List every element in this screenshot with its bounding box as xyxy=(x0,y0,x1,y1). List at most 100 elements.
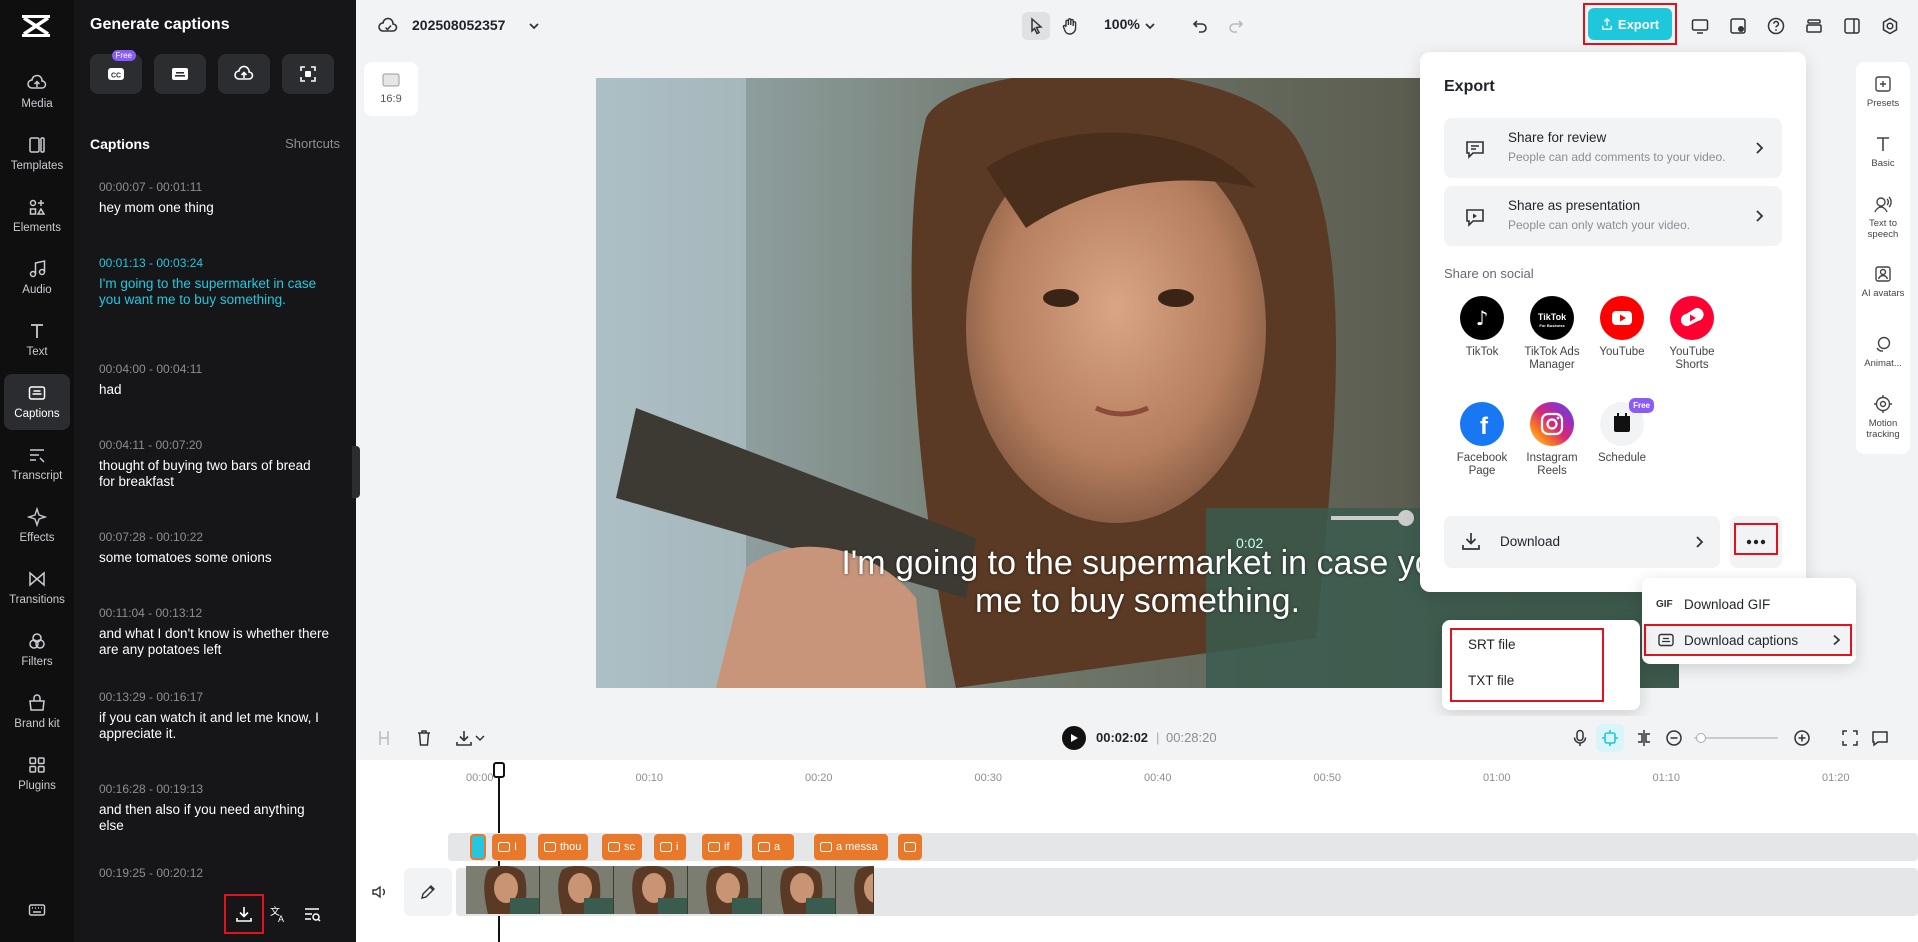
nav-item-elements[interactable]: Elements xyxy=(4,188,70,244)
microphone-icon[interactable] xyxy=(1570,728,1590,748)
scan-captions-button[interactable] xyxy=(282,54,334,94)
tool-animation[interactable]: Animat... xyxy=(1856,334,1910,369)
caption-text[interactable]: had xyxy=(99,382,329,398)
caption-text[interactable]: if you can watch it and let me know, I a… xyxy=(99,710,329,742)
caption-text[interactable]: I'm going to the supermarket in case you… xyxy=(99,276,329,308)
chevron-down-icon[interactable] xyxy=(474,732,486,744)
caption-item[interactable]: 00:01:13 - 00:03:24 I'm going to the supe… xyxy=(99,256,329,308)
zoom-slider[interactable] xyxy=(1694,737,1778,739)
manual-captions-button[interactable] xyxy=(154,54,206,94)
nav-item-effects[interactable]: Effects xyxy=(4,498,70,554)
tool-text-to-speech[interactable]: Text to speech xyxy=(1856,194,1910,240)
download-card[interactable]: Download xyxy=(1444,516,1720,568)
caption-clip[interactable]: sc xyxy=(602,834,642,860)
caption-text[interactable]: hey mom one thing xyxy=(99,200,329,216)
split-view-icon[interactable] xyxy=(1838,12,1866,40)
tool-ai-avatar[interactable]: AI avatars xyxy=(1856,264,1910,299)
video-thumbnail[interactable] xyxy=(762,866,836,914)
nav-item-plugins[interactable]: Plugins xyxy=(4,746,70,802)
magnet-toggle[interactable] xyxy=(1596,724,1624,752)
caption-item[interactable]: 00:00:07 - 00:01:11 hey mom one thing xyxy=(99,180,329,216)
link-split-icon[interactable] xyxy=(1634,728,1654,748)
share-for-review-card[interactable]: Share for review People can add comments… xyxy=(1444,118,1782,178)
tool-motion-tracking[interactable]: Motion tracking xyxy=(1856,394,1910,440)
review-icon[interactable] xyxy=(1724,12,1752,40)
aspect-ratio-button[interactable]: 16:9 xyxy=(364,62,418,116)
capcut-logo-icon[interactable] xyxy=(20,12,52,40)
nav-item-brand-kit[interactable]: Brand kit xyxy=(4,684,70,740)
fit-timeline-icon[interactable] xyxy=(1840,728,1860,748)
nav-item-templates[interactable]: Templates xyxy=(4,126,70,182)
caption-text[interactable]: thought of buying two bars of bread for … xyxy=(99,458,329,490)
shortcuts-link[interactable]: Shortcuts xyxy=(285,136,340,151)
nav-item-filters[interactable]: Filters xyxy=(4,622,70,678)
translate-button[interactable]: 文A xyxy=(264,900,292,928)
caption-clip-selected[interactable] xyxy=(470,834,486,860)
video-thumbnail[interactable] xyxy=(688,866,762,914)
nav-item-media[interactable]: Media xyxy=(4,64,70,120)
caption-item[interactable]: 00:16:28 - 00:19:13 and then also if you … xyxy=(99,782,329,834)
delete-icon[interactable] xyxy=(414,728,434,748)
caption-clip[interactable] xyxy=(898,834,922,860)
caption-clip[interactable]: i xyxy=(654,834,686,860)
select-tool-icon[interactable] xyxy=(1022,12,1050,40)
volume-icon[interactable] xyxy=(370,882,390,902)
caption-text[interactable]: and what I don't know is whether there a… xyxy=(99,626,329,658)
caption-text[interactable]: some tomatoes some onions xyxy=(99,550,329,566)
caption-text[interactable]: and then also if you need anything else xyxy=(99,802,329,834)
share-as-presentation-card[interactable]: Share as presentation People can only wa… xyxy=(1444,186,1782,246)
caption-item[interactable]: 00:04:11 - 00:07:20 thought of buying two… xyxy=(99,438,329,490)
caption-clip[interactable]: if xyxy=(702,834,742,860)
share-instagram-reels-button[interactable]: Instagram Reels xyxy=(1512,402,1592,478)
present-icon[interactable] xyxy=(1686,12,1714,40)
caption-item[interactable]: 00:07:28 - 00:10:22 some tomatoes some on… xyxy=(99,530,329,566)
share-youtube-shorts-button[interactable]: YouTube Shorts xyxy=(1652,296,1732,372)
share-youtube-button[interactable]: YouTube xyxy=(1582,296,1662,359)
nav-item-audio[interactable]: Audio xyxy=(4,250,70,306)
split-icon[interactable] xyxy=(374,728,394,748)
undo-icon[interactable] xyxy=(1186,12,1214,40)
feedback-icon[interactable] xyxy=(1870,728,1890,748)
share-tiktok-ads-manager-button[interactable]: TikTok For Business TikTok Ads Manager xyxy=(1512,296,1592,372)
zoom-level[interactable]: 100% xyxy=(1104,16,1140,32)
play-button[interactable] xyxy=(1062,726,1086,750)
tool-presets[interactable]: Presets xyxy=(1856,74,1910,109)
video-thumbnail[interactable] xyxy=(540,866,614,914)
share-schedule-button[interactable]: Free Schedule xyxy=(1582,398,1662,465)
cloud-sync-icon[interactable] xyxy=(374,12,402,40)
zoom-slider-handle[interactable] xyxy=(1696,733,1706,743)
caption-clip[interactable]: I xyxy=(492,834,526,860)
nav-item-captions[interactable]: Captions xyxy=(4,374,70,430)
share-tiktok-button[interactable]: ♪ TikTok xyxy=(1442,296,1522,359)
layers-icon[interactable] xyxy=(1800,12,1828,40)
caption-item[interactable]: 00:19:25 - 00:20:12 xyxy=(99,866,329,886)
video-thumbnail[interactable] xyxy=(614,866,688,914)
project-name[interactable]: 202508052357 xyxy=(412,17,505,33)
auto-captions-button[interactable]: CC Free xyxy=(90,50,142,94)
caption-clip[interactable]: a xyxy=(752,834,794,860)
share-facebook-page-button[interactable]: f Facebook Page xyxy=(1442,402,1522,478)
cover-button[interactable] xyxy=(404,868,452,916)
caption-item[interactable]: 00:04:00 - 00:04:11 had xyxy=(99,362,329,398)
help-icon[interactable] xyxy=(1762,12,1790,40)
zoom-out-icon[interactable] xyxy=(1664,728,1684,748)
download-icon[interactable] xyxy=(454,728,474,748)
nav-item-transitions[interactable]: Transitions xyxy=(4,560,70,616)
playhead-handle[interactable] xyxy=(493,762,505,778)
caption-clip[interactable]: a messa xyxy=(814,834,888,860)
nav-item-text[interactable]: Text xyxy=(4,312,70,368)
download-gif-item[interactable]: GIF Download GIF xyxy=(1642,588,1856,620)
redo-icon[interactable] xyxy=(1222,12,1250,40)
nav-item-transcript[interactable]: Transcript xyxy=(4,436,70,492)
settings-gear-icon[interactable] xyxy=(1876,12,1904,40)
project-menu-chevron-icon[interactable] xyxy=(520,12,548,40)
upload-captions-button[interactable] xyxy=(218,54,270,94)
keyboard-shortcuts-button[interactable] xyxy=(4,884,70,940)
video-thumbnail[interactable] xyxy=(836,866,874,914)
caption-item[interactable]: 00:11:04 - 00:13:12 and what I don't know… xyxy=(99,606,329,658)
caption-clip[interactable]: thou xyxy=(538,834,588,860)
tool-text-basic[interactable]: Basic xyxy=(1856,134,1910,169)
find-replace-button[interactable] xyxy=(298,900,326,928)
video-thumbnail[interactable] xyxy=(466,866,540,914)
zoom-in-icon[interactable] xyxy=(1792,728,1812,748)
